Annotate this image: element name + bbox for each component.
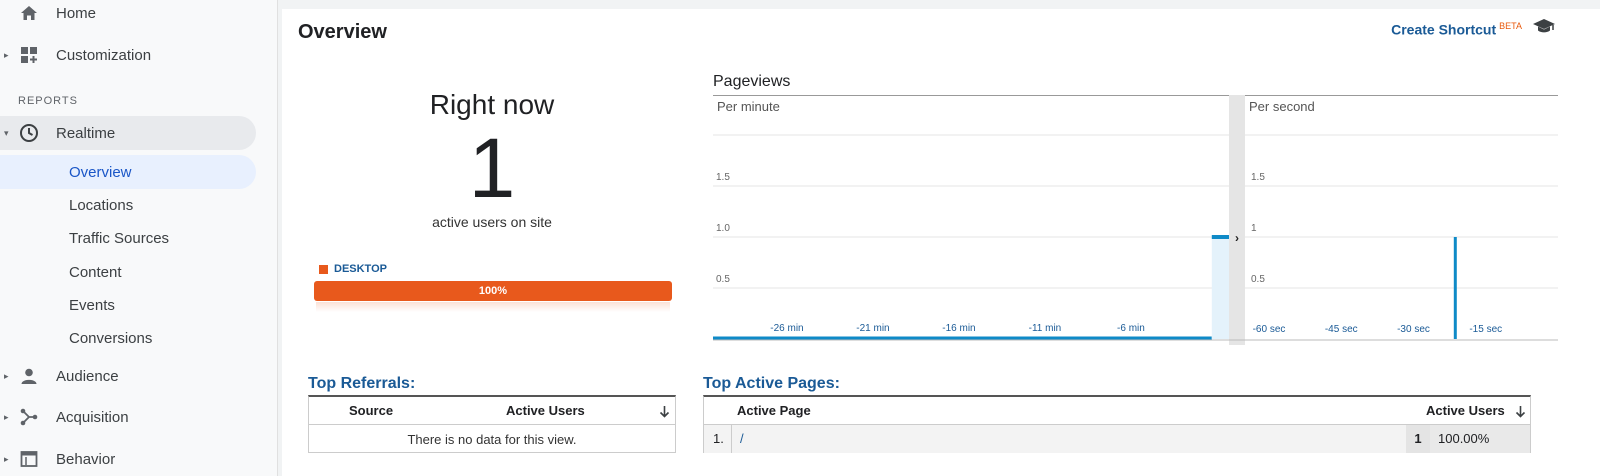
legend-swatch (319, 264, 328, 274)
per-second-label: Per second (1249, 99, 1315, 114)
x-tick-label: -30 sec (1397, 324, 1430, 335)
caret-right-icon: ▸ (4, 411, 9, 422)
x-tick-label: -21 min (856, 323, 889, 334)
row-percent: 100.00% (1430, 425, 1530, 453)
caret-right-icon: ▸ (4, 49, 9, 60)
device-bar-shadow (316, 302, 670, 312)
y-tick-label: 1.0 (716, 223, 730, 234)
device-share-bar: 100% (314, 281, 672, 301)
nav-acquisition-label: Acquisition (56, 408, 129, 426)
create-shortcut-button[interactable]: Create Shortcut BETA (1391, 21, 1522, 38)
section-reports: REPORTS (18, 95, 78, 107)
table-row[interactable]: 1. / 1 100.00% (704, 425, 1530, 453)
y-tick-label: 1 (1251, 223, 1257, 234)
row-users: 1 (1406, 425, 1430, 453)
create-shortcut-label: Create Shortcut (1391, 21, 1497, 38)
per-minute-label: Per minute (717, 99, 780, 114)
y-tick-label: 1.5 (1251, 172, 1265, 183)
pageviews-chart: Per minute Per second 0.5 1.0 1.5 0.5 1 1.5 › -26… (713, 95, 1558, 345)
x-tick-label: -15 sec (1469, 324, 1502, 335)
pageviews-title: Pageviews (713, 73, 791, 90)
active-pages-header-row: Active Page Active Users (704, 397, 1530, 425)
referrals-header-row: Source Active Users (309, 397, 675, 425)
sidebar: Home ▸ Customization REPORTS ▾ Realtime … (0, 0, 278, 476)
col-active-page[interactable]: Active Page (737, 397, 811, 425)
nav-realtime-events[interactable]: Events (0, 288, 256, 322)
x-tick-label: -60 sec (1253, 324, 1286, 335)
x-tick-label: -11 min (1029, 323, 1062, 334)
y-tick-label: 0.5 (716, 274, 730, 285)
nav-realtime-traffic-sources[interactable]: Traffic Sources (0, 221, 256, 255)
rightnow-count: 1 (468, 121, 516, 215)
nav-realtime-content[interactable]: Content (0, 255, 256, 289)
x-tick-label: -6 min (1117, 323, 1145, 334)
nav-realtime[interactable]: ▾ Realtime (0, 116, 256, 150)
referrals-empty-message: There is no data for this view. (407, 432, 577, 447)
top-active-pages-title: Top Active Pages: (703, 375, 840, 392)
chart-separator (1229, 95, 1245, 345)
dashboard-plus-icon (19, 45, 39, 65)
nav-behavior-label: Behavior (56, 450, 116, 468)
col-active-users[interactable]: Active Users (506, 397, 585, 425)
nav-customization-label: Customization (56, 46, 152, 64)
y-tick-label: 0.5 (1251, 274, 1265, 285)
rightnow-title: Right now (429, 89, 555, 120)
caret-right-icon: ▸ (4, 370, 9, 381)
rightnow-subtitle: active users on site (432, 214, 552, 230)
clock-icon (19, 123, 39, 143)
x-tick-label: -45 sec (1325, 324, 1358, 335)
top-referrals-table: Source Active Users There is no data for… (308, 395, 676, 453)
col-source[interactable]: Source (349, 397, 393, 425)
chevron-right-icon: › (1235, 231, 1239, 245)
home-icon (19, 3, 39, 23)
nav-home-label: Home (56, 4, 97, 22)
device-label: DESKTOP (334, 263, 387, 275)
x-tick-label: -26 min (770, 323, 803, 334)
sort-down-icon[interactable] (1515, 397, 1526, 425)
nav-realtime-label: Realtime (56, 124, 116, 142)
row-page-link[interactable]: / (740, 425, 744, 453)
main-panel: Overview Create Shortcut BETA Right now 1… (282, 9, 1600, 476)
graduation-cap-icon[interactable] (1532, 17, 1556, 40)
caret-right-icon: ▸ (4, 453, 9, 464)
person-icon (19, 366, 39, 386)
nav-realtime-overview[interactable]: Overview (0, 155, 256, 189)
page-title: Overview (298, 21, 387, 43)
row-index: 1. (713, 431, 724, 446)
caret-down-icon: ▾ (4, 127, 9, 138)
nav-audience-label: Audience (56, 367, 119, 385)
col-active-users[interactable]: Active Users (1426, 397, 1505, 425)
y-tick-label: 1.5 (716, 172, 730, 183)
nav-realtime-conversions[interactable]: Conversions (0, 321, 256, 355)
nav-realtime-locations[interactable]: Locations (0, 188, 256, 222)
per-minute-bar (1211, 237, 1229, 339)
x-tick-label: -16 min (942, 323, 975, 334)
top-referrals-title: Top Referrals: (308, 375, 416, 392)
behavior-icon (19, 449, 39, 469)
beta-badge: BETA (1499, 21, 1522, 31)
device-legend: DESKTOP (319, 263, 387, 275)
sort-down-icon[interactable] (659, 397, 670, 425)
top-active-pages-table: Active Page Active Users 1. / 1 100.00% (703, 395, 1531, 453)
row-divider (731, 425, 732, 453)
acquisition-icon (19, 407, 39, 427)
